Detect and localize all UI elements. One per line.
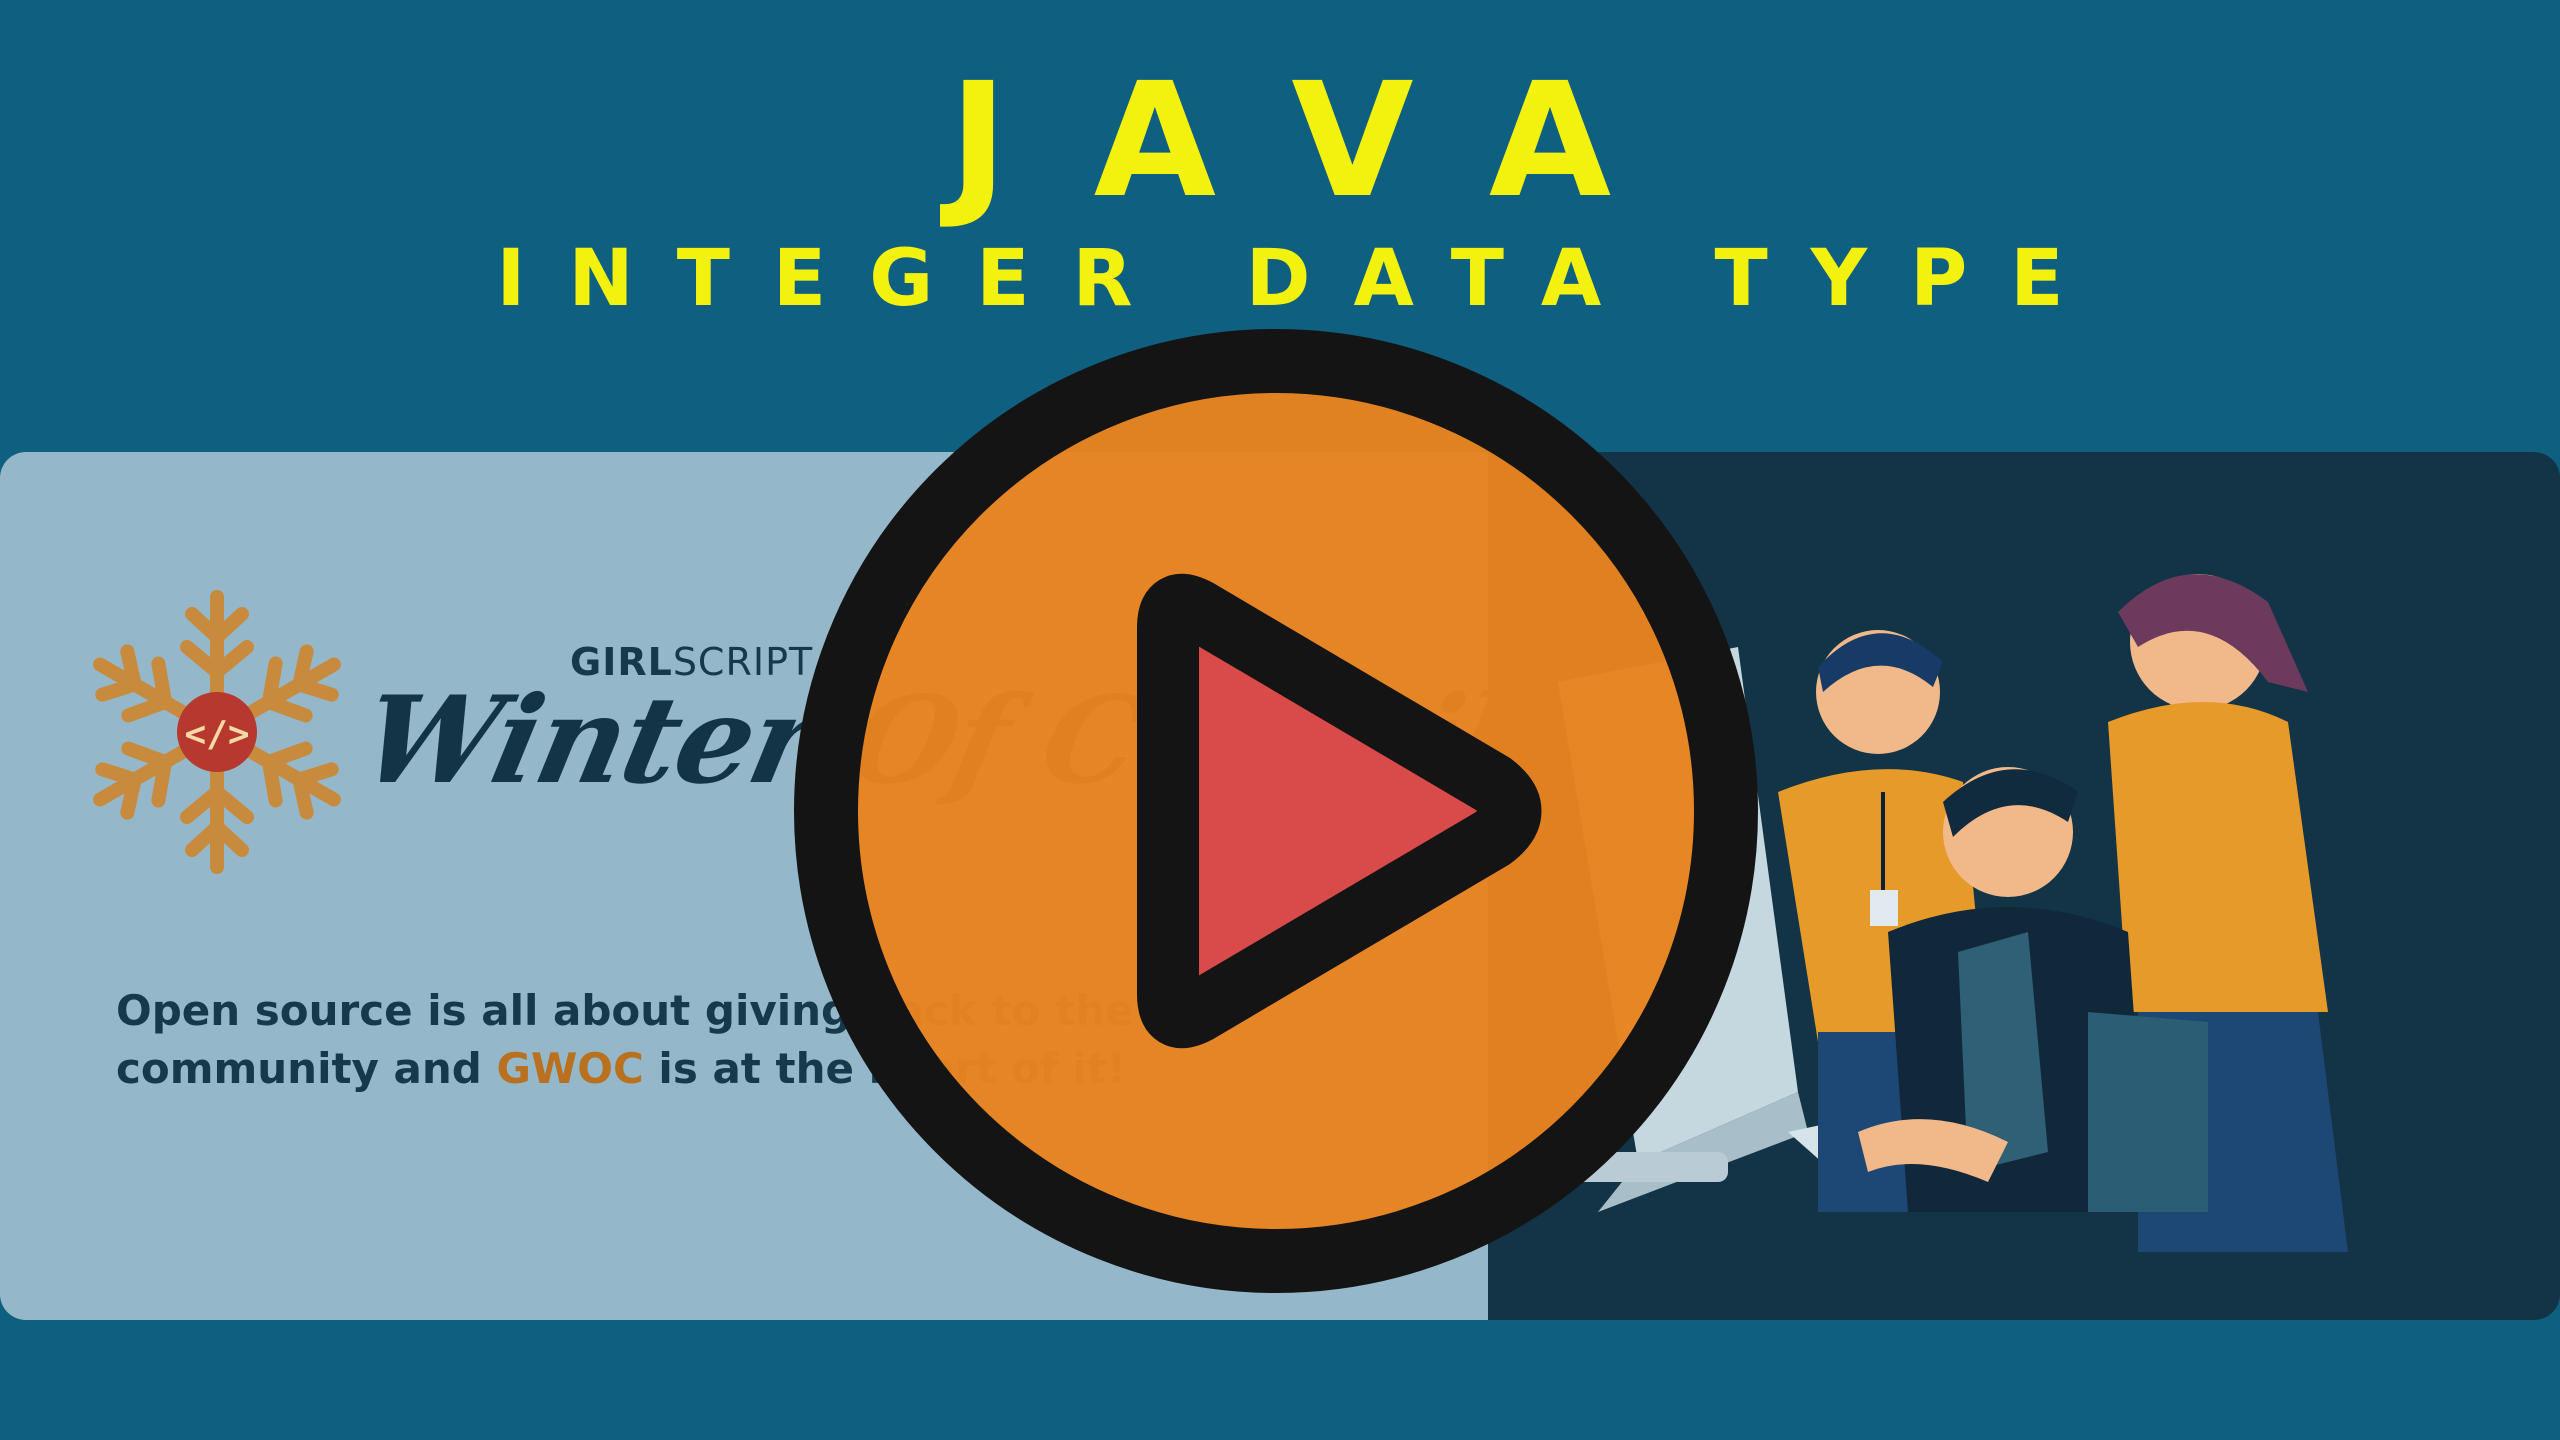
video-title: JAVA — [948, 49, 1698, 233]
video-subtitle: INTEGER DATA TYPE — [496, 234, 2107, 324]
svg-text:</>: </> — [184, 714, 249, 755]
snowflake-icon: </> — [93, 590, 341, 874]
tagline-highlight: GWOC — [496, 1044, 644, 1093]
play-button-icon[interactable] — [793, 328, 1759, 1294]
